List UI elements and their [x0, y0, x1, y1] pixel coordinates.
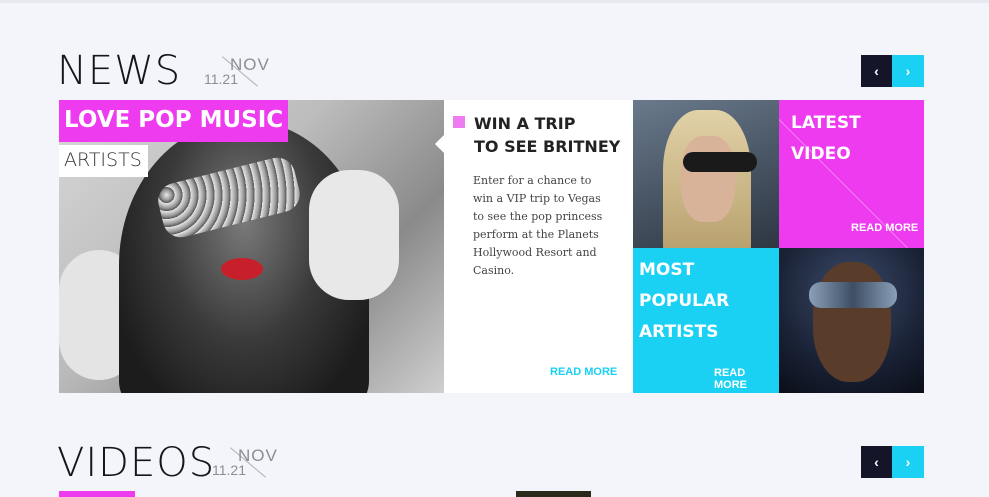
- article-title-line1: WIN A TRIP: [474, 114, 576, 133]
- videos-date-month: NOV: [238, 446, 278, 465]
- latest-video-tile[interactable]: LATEST VIDEO READ MORE: [779, 100, 924, 248]
- article-title[interactable]: WIN A TRIP TO SEE BRITNEY: [474, 112, 624, 158]
- chevron-left-icon: ‹: [874, 454, 879, 470]
- top-divider: [0, 0, 989, 3]
- most-popular-title: MOST POPULAR ARTISTS: [639, 255, 779, 348]
- hero-feature[interactable]: LOVE POP MUSIC ARTISTS: [59, 100, 444, 393]
- videos-section-title: VIDEOS: [57, 440, 216, 486]
- videos-carousel-nav: ‹ ›: [861, 446, 924, 478]
- chevron-right-icon: ›: [905, 454, 911, 470]
- news-article-card: WIN A TRIP TO SEE BRITNEY Enter for a ch…: [435, 100, 633, 393]
- video-thumbnail-1[interactable]: [59, 491, 135, 497]
- card-pointer: [435, 135, 444, 153]
- news-date: 11.21 NOV: [204, 55, 274, 95]
- article-title-line2: TO SEE BRITNEY: [474, 137, 621, 156]
- hero-photo-lips: [221, 258, 263, 280]
- artist-photo-sunglasses: [683, 152, 757, 172]
- news-next-button[interactable]: ›: [892, 55, 924, 87]
- artist-photo-head: [813, 262, 891, 382]
- videos-date: 11.21 NOV: [212, 446, 282, 486]
- artist-photo-face: [681, 136, 735, 222]
- latest-video-title: LATEST VIDEO: [791, 113, 861, 164]
- artist-photo-tile-2[interactable]: [779, 248, 924, 393]
- most-popular-title-line1: MOST POPULAR: [639, 260, 730, 311]
- bullet-square-icon: [453, 116, 465, 128]
- latest-video-read-more-link[interactable]: READ MORE: [851, 222, 918, 234]
- news-prev-button[interactable]: ‹: [861, 55, 892, 87]
- videos-prev-button[interactable]: ‹: [861, 446, 892, 478]
- hero-photo-hand-right: [309, 170, 399, 300]
- news-carousel-nav: ‹ ›: [861, 55, 924, 87]
- most-popular-read-more-link[interactable]: READ MORE: [714, 367, 779, 391]
- most-popular-title-line2: ARTISTS: [639, 322, 719, 342]
- chevron-right-icon: ›: [905, 63, 911, 79]
- article-body: Enter for a chance to win a VIP trip to …: [473, 174, 603, 277]
- video-thumbnail-2[interactable]: [516, 491, 591, 497]
- article-read-more-link[interactable]: READ MORE: [550, 366, 617, 378]
- artist-photo-tile[interactable]: [633, 100, 779, 248]
- chevron-left-icon: ‹: [874, 63, 879, 79]
- videos-next-button[interactable]: ›: [892, 446, 924, 478]
- news-section-title: NEWS: [57, 48, 182, 94]
- artist-photo-goggles: [809, 282, 897, 308]
- news-date-month: NOV: [230, 55, 270, 74]
- hero-label[interactable]: LOVE POP MUSIC: [59, 100, 289, 142]
- hero-category[interactable]: ARTISTS: [59, 145, 148, 177]
- most-popular-artists-tile[interactable]: MOST POPULAR ARTISTS READ MORE: [633, 248, 779, 393]
